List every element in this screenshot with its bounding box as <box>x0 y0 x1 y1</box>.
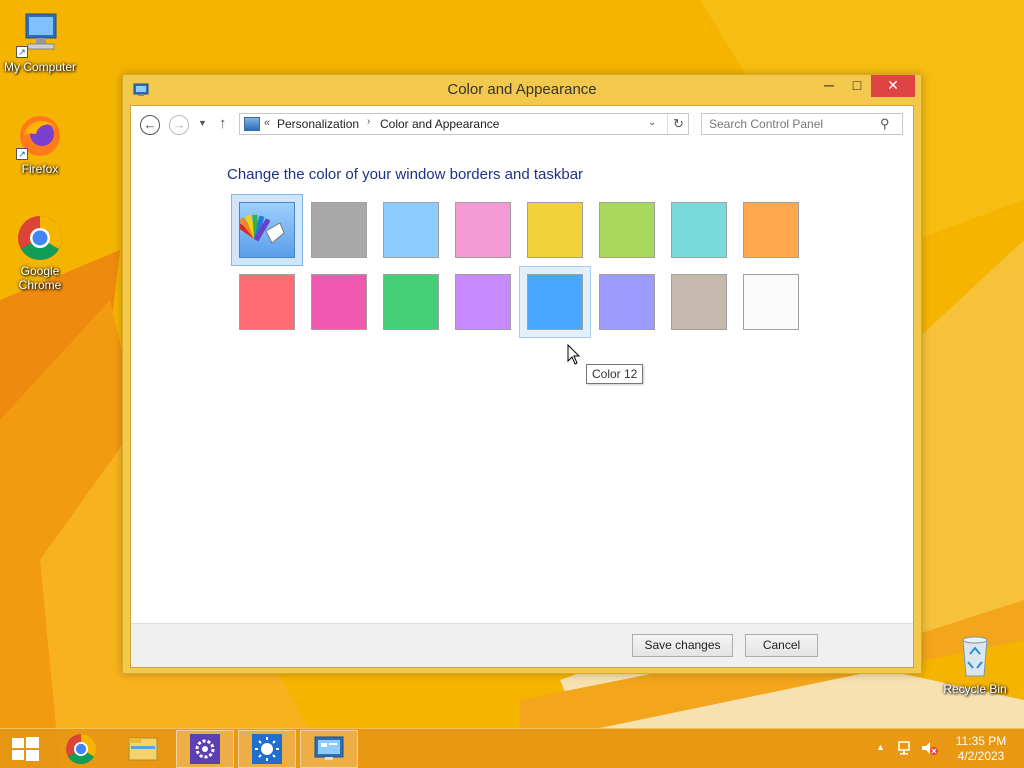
shortcut-arrow-icon: ↗ <box>16 46 28 58</box>
search-icon[interactable]: ⚲ <box>880 116 890 132</box>
swatch-tooltip: Color 12 <box>586 364 644 384</box>
swatch-fill <box>239 274 295 330</box>
forward-button[interactable]: → <box>169 115 189 135</box>
system-clock[interactable]: 11:35 PM 4/2/2023 <box>950 734 1012 764</box>
address-dropdown-button[interactable]: ⌄ <box>648 117 656 128</box>
swatch-fill <box>455 202 511 258</box>
window-title: Color and Appearance <box>447 81 597 98</box>
color-swatch-2[interactable] <box>303 194 375 266</box>
color-appearance-window: Color and Appearance ─ □ ✕ ← → ▼ ↑ « Per… <box>122 74 922 674</box>
breadcrumb-overflow-button[interactable]: « <box>264 117 270 129</box>
color-swatch-13[interactable] <box>519 266 591 338</box>
color-swatch-12[interactable] <box>447 266 519 338</box>
navigation-bar: ← → ▼ ↑ « Personalization › Color and Ap… <box>131 106 913 146</box>
swatch-fill <box>527 202 583 258</box>
desktop-icon-label: My Computer <box>3 60 77 74</box>
start-button[interactable] <box>0 730 50 768</box>
desktop-icon-label: Recycle Bin <box>943 682 1007 696</box>
swatch-fill <box>311 274 367 330</box>
swatch-fill <box>234 202 295 258</box>
color-swatch-8[interactable] <box>735 194 807 266</box>
window-content: ← → ▼ ↑ « Personalization › Color and Ap… <box>130 105 914 668</box>
clock-date: 4/2/2023 <box>957 749 1005 763</box>
desktop-icon-my-computer[interactable]: ↗ My Computer <box>0 10 80 74</box>
breadcrumb-personalization[interactable]: Personalization <box>277 117 359 131</box>
page-heading: Change the color of your window borders … <box>227 166 584 183</box>
taskbar-chrome[interactable] <box>52 730 110 768</box>
up-button[interactable]: ↑ <box>219 115 227 132</box>
shortcut-arrow-icon: ↗ <box>16 148 28 160</box>
color-swatch-9[interactable] <box>231 266 303 338</box>
color-swatch-3[interactable] <box>375 194 447 266</box>
desktop-icon-google-chrome[interactable]: Google Chrome <box>0 214 80 292</box>
color-swatch-11[interactable] <box>375 266 447 338</box>
swatch-fill <box>311 202 367 258</box>
computer-icon: ↗ <box>16 10 64 58</box>
color-swatch-6[interactable] <box>591 194 663 266</box>
swatch-fill <box>383 202 439 258</box>
close-button[interactable]: ✕ <box>871 75 915 97</box>
desktop-icon-firefox[interactable]: ↗ Firefox <box>0 112 80 176</box>
swatch-fill <box>599 274 655 330</box>
swatch-fill <box>671 202 727 258</box>
personalization-icon <box>314 736 344 760</box>
window-titlebar[interactable]: Color and Appearance ─ □ ✕ <box>123 75 921 105</box>
cancel-button[interactable]: Cancel <box>745 634 818 657</box>
recycle-bin-icon <box>951 632 999 680</box>
control-panel-icon <box>244 117 260 131</box>
save-changes-button[interactable]: Save changes <box>632 634 733 657</box>
swatch-fill <box>455 274 511 330</box>
color-swatch-14[interactable] <box>591 266 663 338</box>
start-icon <box>12 737 39 761</box>
taskbar-personalization[interactable] <box>300 730 358 768</box>
swatch-fill <box>743 274 799 330</box>
desktop-icon-label: Google Chrome <box>18 264 62 292</box>
maximize-button[interactable]: □ <box>843 75 871 97</box>
desktop-icon-label: Firefox <box>21 162 59 176</box>
swatch-fill <box>743 202 799 258</box>
mouse-cursor-icon <box>567 344 581 365</box>
swatch-fill <box>599 202 655 258</box>
address-bar[interactable]: « Personalization › Color and Appearance… <box>239 113 689 135</box>
volume-muted-icon[interactable] <box>920 740 940 756</box>
color-swatch-7[interactable] <box>663 194 735 266</box>
file-explorer-icon <box>128 737 158 761</box>
network-icon[interactable] <box>897 740 915 756</box>
refresh-button[interactable]: ↻ <box>667 114 689 134</box>
brightness-icon <box>252 734 282 764</box>
taskbar-file-explorer[interactable] <box>114 730 172 768</box>
color-swatch-5[interactable] <box>519 194 591 266</box>
desktop-icon-recycle-bin[interactable]: Recycle Bin <box>935 632 1015 696</box>
taskbar-settings[interactable] <box>176 730 234 768</box>
dialog-footer: Save changes Cancel <box>131 623 913 667</box>
minimize-button[interactable]: ─ <box>815 75 843 97</box>
swatch-fill <box>383 274 439 330</box>
color-fan-icon <box>234 214 285 244</box>
breadcrumb-color-appearance[interactable]: Color and Appearance <box>380 117 499 131</box>
swatch-fill <box>671 274 727 330</box>
color-swatch-16[interactable] <box>735 266 807 338</box>
color-swatch-10[interactable] <box>303 266 375 338</box>
color-swatch-15[interactable] <box>663 266 735 338</box>
taskbar-display-brightness[interactable] <box>238 730 296 768</box>
breadcrumb-separator-icon[interactable]: › <box>367 116 370 127</box>
color-swatch-4[interactable] <box>447 194 519 266</box>
chrome-icon <box>16 214 64 262</box>
firefox-icon: ↗ <box>16 112 64 160</box>
chrome-icon <box>66 734 97 765</box>
color-swatch-automatic[interactable] <box>231 194 303 266</box>
clock-time: 11:35 PM <box>955 734 1007 748</box>
search-input[interactable] <box>703 115 873 133</box>
settings-icon <box>190 734 220 764</box>
show-hidden-icons-button[interactable]: ▲ <box>876 742 885 752</box>
swatch-fill <box>527 274 583 330</box>
search-box: ⚲ <box>701 113 903 135</box>
taskbar: ▲ 11:35 PM 4/2/2023 <box>0 728 1024 768</box>
recent-locations-button[interactable]: ▼ <box>198 118 207 128</box>
back-button[interactable]: ← <box>140 115 160 135</box>
